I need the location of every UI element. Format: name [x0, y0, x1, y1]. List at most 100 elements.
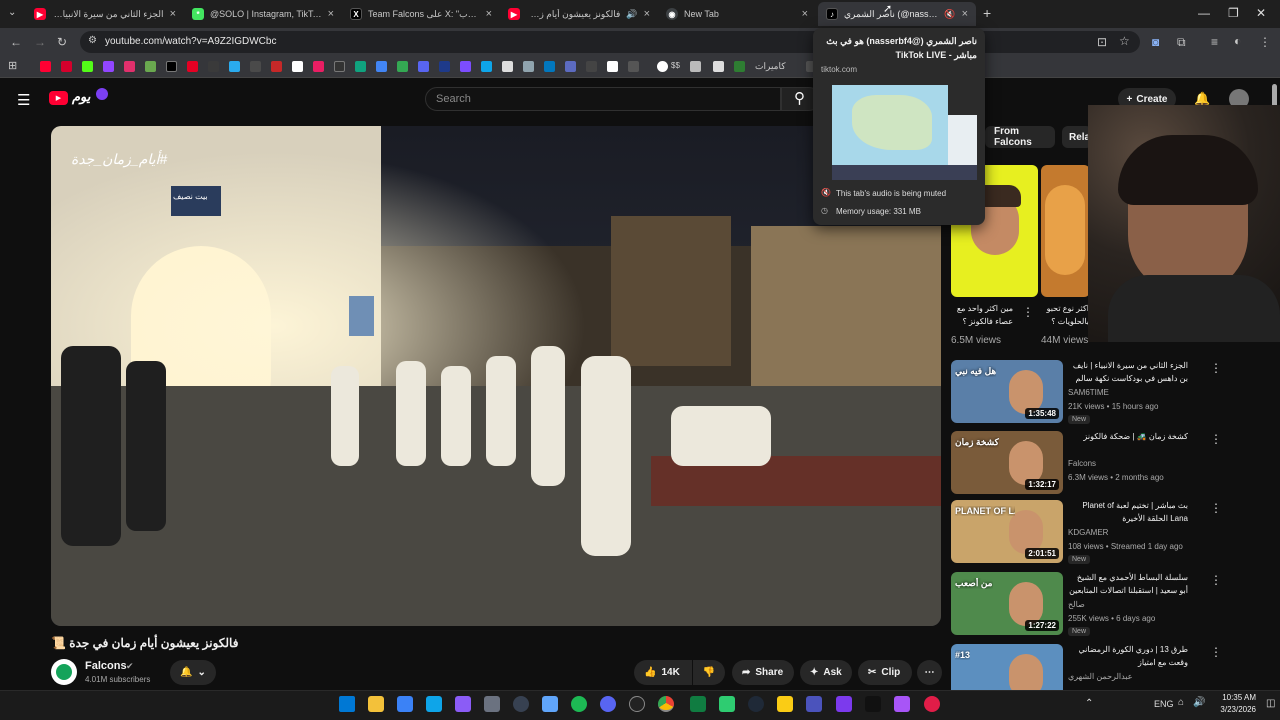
tab-4[interactable]: ▶ فالكونز يعيشون أيام زمان في 🔊 × — [500, 2, 658, 26]
bookmark-chatgpt-icon[interactable] — [355, 61, 366, 72]
bookmark-icon[interactable] — [208, 61, 219, 72]
bookmark-dollar-icon[interactable]: $$ — [671, 61, 680, 70]
app-icon[interactable] — [719, 696, 735, 712]
recommended-channel[interactable]: SAM6TIME — [1068, 388, 1109, 397]
app-icon[interactable] — [777, 696, 793, 712]
bookmark-cameras[interactable]: كاميرات — [755, 61, 786, 72]
close-window-icon[interactable]: ✕ — [1256, 6, 1266, 20]
recommended-more-icon[interactable]: ⋮ — [1210, 573, 1222, 587]
recommended-title[interactable]: الجزء الثاني من سيرة الانبياء | نايف بن … — [1068, 359, 1188, 385]
volume-icon[interactable]: 🔊 — [1193, 697, 1205, 708]
bookmark-icon[interactable] — [418, 61, 429, 72]
video-player[interactable]: #أيام_زمان_جدة بيت نصيف — [51, 126, 941, 626]
tab-3[interactable]: X Team Falcons على X: "اليوتيوب × — [342, 2, 500, 26]
spotify-icon[interactable] — [571, 696, 587, 712]
bookmark-icon[interactable] — [460, 61, 471, 72]
bookmark-instagram-icon[interactable] — [124, 61, 135, 72]
bookmark-icon[interactable] — [502, 61, 513, 72]
bookmark-icon[interactable] — [145, 61, 156, 72]
recommended-title[interactable]: طرق 13 | دوري الكورة الرمضاني وقعت مع ام… — [1068, 643, 1188, 669]
app-icon[interactable] — [484, 696, 500, 712]
bookmark-icon[interactable] — [271, 61, 282, 72]
recommended-more-icon[interactable]: ⋮ — [1210, 645, 1222, 659]
youtube-logo-icon[interactable]: ▶ — [49, 91, 68, 105]
bookmark-excel-icon[interactable] — [734, 61, 745, 72]
hamburger-menu-icon[interactable]: ☰ — [17, 91, 30, 109]
teams-icon[interactable] — [806, 696, 822, 712]
bookmark-youtube-icon[interactable] — [40, 61, 51, 72]
bookmark-pinterest-icon[interactable] — [187, 61, 198, 72]
app-icon[interactable] — [397, 696, 413, 712]
extensions-puzzle-icon[interactable]: ⧉ — [1177, 35, 1186, 50]
recommended-channel[interactable]: Falcons — [1068, 459, 1096, 468]
recommended-thumbnail[interactable]: من أصعب 1:27:22 — [951, 572, 1063, 635]
recommended-thumbnail[interactable]: PLANET OF LANA 2:01:51 — [951, 500, 1063, 563]
short-title[interactable]: اكثر نوع تحبو بالحلويات ؟ — [1041, 302, 1089, 328]
profile-avatar-icon[interactable]: ◐ — [1234, 34, 1241, 48]
close-icon[interactable]: × — [328, 8, 334, 20]
recommended-more-icon[interactable]: ⋮ — [1210, 361, 1222, 375]
recommended-channel[interactable]: KDGAMER — [1068, 528, 1108, 537]
short-thumbnail[interactable] — [1041, 165, 1090, 297]
app-icon[interactable] — [629, 696, 645, 712]
tray-chevron-up-icon[interactable]: ⌃ — [1085, 698, 1093, 709]
bookmark-google-icon[interactable] — [657, 61, 668, 72]
recommended-channel[interactable]: عبدالرحمن الشهري — [1068, 672, 1133, 681]
bookmark-icon[interactable] — [544, 61, 555, 72]
recommended-title[interactable]: كشخة زمان 🚜 | ضحكة فالكونز — [1068, 430, 1188, 456]
tab-6[interactable]: ♪ ناصر الشمري (@nasserbf4) 🔇 × — [818, 2, 976, 26]
search-input[interactable]: Search — [425, 87, 781, 111]
recommended-more-icon[interactable]: ⋮ — [1210, 501, 1222, 515]
bookmark-icon[interactable] — [586, 61, 597, 72]
close-icon[interactable]: × — [170, 8, 176, 20]
bookmark-telegram-icon[interactable] — [229, 61, 240, 72]
bookmark-tiktok-icon[interactable] — [292, 61, 303, 72]
clock-time[interactable]: 10:35 AM — [1218, 693, 1256, 702]
channel-name[interactable]: Falcons — [85, 660, 127, 672]
short-title[interactable]: مين اكثر واحد مع عصاء فالكونز ؟ — [951, 302, 1013, 328]
excel-icon[interactable] — [690, 696, 706, 712]
bookmark-icon[interactable] — [397, 61, 408, 72]
recommended-more-icon[interactable]: ⋮ — [1210, 432, 1222, 446]
new-tab-plus-icon[interactable]: + — [983, 5, 991, 21]
media-controls-icon[interactable]: ≡ — [1211, 35, 1218, 49]
clip-button[interactable]: ✂ Clip — [858, 660, 912, 685]
bookmark-icon[interactable] — [481, 61, 492, 72]
notification-center-icon[interactable]: ◫ — [1266, 698, 1275, 709]
reload-icon[interactable]: ↻ — [57, 35, 67, 49]
bookmark-kick-icon[interactable] — [82, 61, 93, 72]
bookmark-x-icon[interactable] — [166, 61, 177, 72]
recommended-title[interactable]: سلسلة البساط الأحمدي مع الشيخ أبو سعيد |… — [1068, 571, 1188, 597]
app-icon[interactable] — [455, 696, 471, 712]
bookmark-icon[interactable] — [334, 61, 345, 72]
bookmark-icon[interactable] — [313, 61, 324, 72]
discord-icon[interactable] — [600, 696, 616, 712]
subscribe-bell-button[interactable]: 🔔 ⌄ — [170, 660, 216, 685]
close-icon[interactable]: × — [962, 8, 968, 20]
clock-date[interactable]: 3/23/2026 — [1214, 705, 1256, 714]
share-button[interactable]: ➦ Share — [732, 660, 794, 685]
bookmark-star-icon[interactable]: ☆ — [1119, 34, 1130, 48]
app-icon[interactable] — [836, 696, 852, 712]
forward-arrow-icon[interactable]: → — [34, 35, 46, 49]
ask-button[interactable]: ✦ Ask — [800, 660, 852, 685]
language-indicator[interactable]: ENG — [1154, 699, 1174, 709]
site-info-icon[interactable]: ⚙ — [88, 35, 97, 46]
bookmark-icon[interactable] — [439, 61, 450, 72]
bookmark-icon[interactable] — [565, 61, 576, 72]
bookmark-icon[interactable] — [523, 61, 534, 72]
recommended-title[interactable]: بث مباشر | تختيم لعبة Planet of Lana الح… — [1068, 499, 1188, 525]
install-app-icon[interactable]: ⊡ — [1097, 35, 1107, 49]
file-explorer-icon[interactable] — [368, 696, 384, 712]
back-arrow-icon[interactable]: ← — [10, 35, 22, 49]
recommended-thumbnail[interactable]: هل فيه نبي 1:35:48 — [951, 360, 1063, 423]
close-icon[interactable]: × — [802, 8, 808, 20]
url-text[interactable]: youtube.com/watch?v=A9Z2IGDWCbc — [105, 36, 276, 47]
channel-avatar[interactable] — [51, 659, 77, 685]
app-icon[interactable] — [924, 696, 940, 712]
youtube-logo-text[interactable]: يوم — [72, 89, 90, 105]
tab-5[interactable]: ◉ New Tab × — [658, 2, 816, 26]
app-icon[interactable] — [865, 696, 881, 712]
network-icon[interactable]: ⌂ — [1178, 697, 1184, 708]
bookmark-icon[interactable] — [607, 61, 618, 72]
